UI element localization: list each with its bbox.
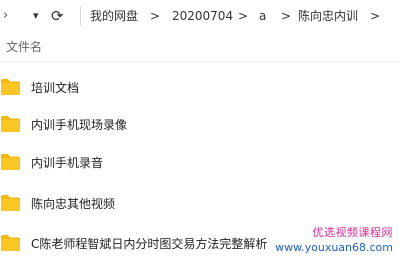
breadcrumb-item-a[interactable]: a: [259, 6, 266, 26]
breadcrumb-item-root[interactable]: 我的网盘: [90, 6, 138, 26]
breadcrumb-separator: >: [281, 9, 292, 23]
header-divider: [0, 61, 399, 62]
toolbar-divider: [80, 6, 81, 26]
list-item[interactable]: 培训文档: [0, 70, 399, 106]
breadcrumb-item-current[interactable]: 陈向忠内训: [298, 6, 358, 26]
list-item[interactable]: 陈向忠其他视频: [0, 186, 399, 222]
chevron-right-icon[interactable]: ›: [3, 6, 8, 26]
dropdown-icon[interactable]: ▾: [33, 6, 39, 26]
watermark-title: 优选视频课程网: [312, 226, 393, 239]
column-header-filename[interactable]: 文件名: [6, 39, 42, 55]
navigation-bar: › ▾ ⟳ 我的网盘 > 20200704 > a > 陈向忠内训 >: [0, 0, 399, 32]
folder-name: 内训手机现场录像: [31, 118, 128, 132]
folder-icon: [1, 116, 20, 132]
list-item[interactable]: 内训手机现场录像: [0, 107, 399, 143]
folder-icon: [1, 154, 20, 170]
watermark-url: www.youxuan68.com: [275, 241, 393, 254]
breadcrumb-separator: >: [238, 9, 249, 23]
folder-name: 陈向忠其他视频: [31, 197, 116, 211]
breadcrumb-separator: >: [150, 9, 161, 23]
folder-name: C陈老师程智斌日内分时图交易方法完整解析: [31, 237, 268, 251]
folder-name: 内训手机录音: [31, 156, 104, 170]
folder-icon: [1, 235, 20, 251]
breadcrumb-separator: >: [370, 9, 381, 23]
folder-name: 培训文档: [31, 81, 80, 95]
refresh-icon[interactable]: ⟳: [51, 6, 64, 26]
folder-icon: [1, 195, 20, 211]
breadcrumb-item-date[interactable]: 20200704: [172, 6, 233, 26]
folder-icon: [1, 79, 20, 95]
list-item[interactable]: 内训手机录音: [0, 145, 399, 181]
